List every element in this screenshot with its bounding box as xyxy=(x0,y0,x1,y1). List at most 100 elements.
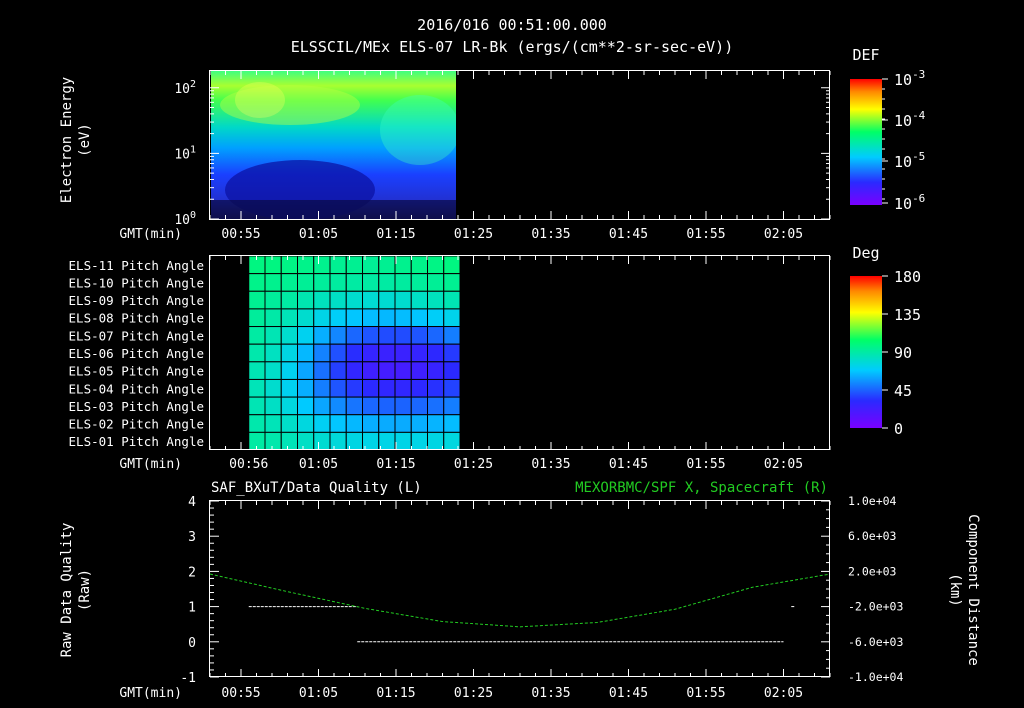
deg-colorbar-label: 180 xyxy=(894,268,921,286)
pitch-cell xyxy=(280,343,298,363)
quality-xlabel: GMT(min) xyxy=(119,686,182,701)
pitch-cell xyxy=(362,414,380,433)
pitch-cell xyxy=(345,273,363,292)
pitch-cell xyxy=(394,255,412,275)
pitch-cell xyxy=(280,396,298,416)
pitch-cell xyxy=(345,290,363,310)
pitch-cell xyxy=(329,290,347,310)
pitch-cell xyxy=(378,431,396,451)
def-colorbar-label: 10-3 xyxy=(894,68,925,89)
distance-y-tick-label: 2.0e+03 xyxy=(848,564,897,578)
pitch-row-label: ELS-07 Pitch Angle xyxy=(69,328,204,343)
def-colorbar-title: DEF xyxy=(852,46,879,64)
def-colorbar-label: 10-6 xyxy=(894,192,925,213)
pitch-angle-grid xyxy=(248,255,461,451)
pitch-cell xyxy=(345,378,363,398)
pitch-angle-panel: ELS-11 Pitch Angle ELS-10 Pitch Angle ELS-… xyxy=(69,244,922,472)
pitch-cell xyxy=(264,290,282,310)
pitch-cell xyxy=(248,414,266,433)
distance-line xyxy=(209,573,831,628)
energy-spectrogram-panel: 100 101 102 00:55 01:05 01:15 01:25 01:35 01:45… xyxy=(59,46,926,242)
quality-x-tick-label: 02:05 xyxy=(764,686,803,701)
pitch-cell xyxy=(264,255,282,275)
pitch-cell xyxy=(345,343,363,363)
pitch-cell xyxy=(313,273,331,292)
quality-y-tick-label: 3 xyxy=(188,530,196,545)
distance-ylabel-unit: (km) xyxy=(947,573,963,607)
pitch-cell xyxy=(443,326,461,345)
pitch-cell xyxy=(248,378,266,398)
energy-spectrogram-image xyxy=(211,71,456,219)
pitch-cell xyxy=(394,361,412,380)
pitch-row-label: ELS-09 Pitch Angle xyxy=(69,293,204,308)
pitch-cell xyxy=(280,308,298,328)
pitch-cell xyxy=(248,290,266,310)
pitch-cell xyxy=(297,361,315,380)
pitch-x-tick-label: 01:15 xyxy=(376,457,415,472)
pitch-cell xyxy=(443,378,461,398)
pitch-cell xyxy=(410,431,428,451)
pitch-cell xyxy=(264,273,282,292)
pitch-cell xyxy=(427,378,445,398)
pitch-cell xyxy=(410,414,428,433)
pitch-cell xyxy=(410,273,428,292)
pitch-row-labels: ELS-11 Pitch Angle ELS-10 Pitch Angle ELS-… xyxy=(69,258,204,449)
pitch-cell xyxy=(313,290,331,310)
pitch-cell xyxy=(345,255,363,275)
pitch-x-tick-label: 01:05 xyxy=(299,457,338,472)
pitch-row-label: ELS-10 Pitch Angle xyxy=(69,275,204,290)
pitch-cell xyxy=(378,396,396,416)
pitch-cell xyxy=(329,343,347,363)
pitch-cell xyxy=(280,255,298,275)
quality-ylabel-unit: (Raw) xyxy=(77,569,93,611)
pitch-cell xyxy=(329,255,347,275)
energy-x-tick-label: 01:45 xyxy=(609,227,648,242)
pitch-cell xyxy=(264,396,282,416)
pitch-cell xyxy=(297,273,315,292)
energy-ylabel: Electron Energy xyxy=(59,77,75,203)
quality-right-axis: 1.0e+04 6.0e+03 2.0e+03 -2.0e+03 -6.0e+03 -1.… xyxy=(821,494,903,684)
quality-x-tick-label: 01:55 xyxy=(686,686,725,701)
energy-x-tick-label: 01:15 xyxy=(376,227,415,242)
pitch-cell xyxy=(443,361,461,380)
pitch-cell xyxy=(297,343,315,363)
pitch-cell xyxy=(410,308,428,328)
energy-y-tick-label: 102 xyxy=(174,79,196,97)
distance-y-tick-label: -6.0e+03 xyxy=(848,635,903,649)
pitch-cell xyxy=(280,273,298,292)
pitch-cell xyxy=(313,308,331,328)
pitch-cell xyxy=(362,378,380,398)
quality-plot-frame xyxy=(209,500,830,677)
pitch-row-label: ELS-02 Pitch Angle xyxy=(69,417,204,432)
pitch-cell xyxy=(427,308,445,328)
pitch-row-label: ELS-06 Pitch Angle xyxy=(69,346,204,361)
quality-x-axis: 00:55 01:05 01:15 01:25 01:35 01:45 01:55 02:05 xyxy=(209,501,831,701)
pitch-x-tick-label: 00:56 xyxy=(229,457,268,472)
pitch-cell xyxy=(410,396,428,416)
pitch-cell xyxy=(378,343,396,363)
pitch-cell xyxy=(345,396,363,416)
quality-ylabel: Raw Data Quality xyxy=(59,523,75,658)
pitch-cell xyxy=(378,308,396,328)
pitch-cell xyxy=(427,361,445,380)
pitch-cell xyxy=(280,414,298,433)
energy-y-tick-label: 100 xyxy=(174,210,196,228)
pitch-cell xyxy=(410,290,428,310)
pitch-cell xyxy=(394,343,412,363)
pitch-x-tick-label: 01:35 xyxy=(531,457,570,472)
pitch-row-label: ELS-03 Pitch Angle xyxy=(69,399,204,414)
energy-x-tick-label: 01:05 xyxy=(299,227,338,242)
pitch-x-tick-label: 01:45 xyxy=(609,457,648,472)
pitch-cell xyxy=(329,431,347,451)
pitch-cell xyxy=(345,361,363,380)
def-colorbar-label: 10-4 xyxy=(894,109,926,130)
quality-title-right: MEXORBMC/SPF X, Spacecraft (R) xyxy=(575,480,828,496)
energy-ylabel-unit: (eV) xyxy=(77,123,93,157)
quality-x-tick-label: 01:05 xyxy=(299,686,338,701)
pitch-cell xyxy=(394,378,412,398)
pitch-cell xyxy=(329,414,347,433)
deg-colorbar-label: 45 xyxy=(894,382,912,400)
pitch-cell xyxy=(394,431,412,451)
quality-y-tick-label: 1 xyxy=(188,601,196,616)
pitch-cell xyxy=(297,378,315,398)
